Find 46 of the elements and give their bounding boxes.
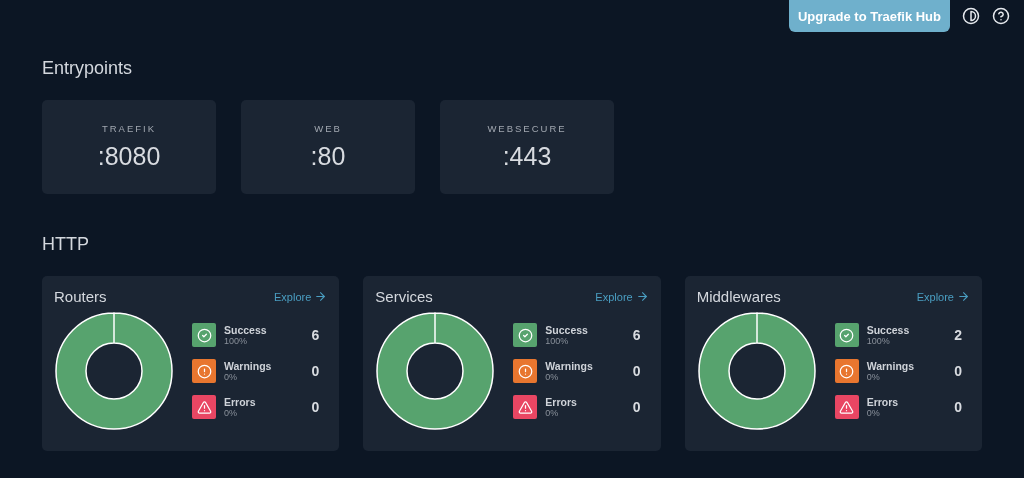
- section-title: HTTP: [42, 234, 90, 255]
- status-percent: 0%: [545, 407, 560, 418]
- status-percent: 0%: [224, 371, 237, 382]
- status-label: Errors: [866, 396, 900, 408]
- status-count: 0: [311, 363, 320, 379]
- status-count: 2: [954, 327, 962, 343]
- status-percent: 100%: [545, 335, 570, 346]
- arrow-right-icon: [314, 290, 328, 303]
- status-count: 6: [311, 327, 320, 343]
- status-label: Errors: [545, 396, 578, 408]
- status-percent: 100%: [224, 335, 249, 346]
- status-percent: 0%: [224, 407, 238, 418]
- entrypoint-name: WEBSECURE: [487, 123, 567, 134]
- arrow-right-icon: [957, 290, 970, 303]
- entrypoint-port: :443: [502, 142, 552, 171]
- explore-link[interactable]: Explore: [916, 290, 970, 303]
- card-title: Middlewares: [696, 288, 781, 305]
- entrypoint-name: TRAEFIK: [101, 123, 157, 134]
- explore-link[interactable]: Explore: [274, 290, 328, 303]
- status-count: 0: [954, 399, 962, 415]
- status-label: Success: [224, 324, 268, 336]
- status-count: 0: [311, 399, 320, 415]
- status-percent: 100%: [866, 335, 891, 346]
- status-count: 0: [632, 399, 641, 415]
- status-percent: 0%: [545, 371, 559, 382]
- status-label: Warnings: [866, 360, 916, 372]
- status-label: Success: [545, 324, 589, 336]
- entrypoint-name: WEB: [314, 123, 342, 134]
- explore-link[interactable]: Explore: [595, 290, 649, 303]
- status-percent: 0%: [866, 371, 880, 382]
- status-label: Warnings: [224, 360, 273, 372]
- theme-toggle-icon[interactable]: [962, 7, 980, 25]
- card-title: Services: [375, 288, 433, 305]
- status-count: 6: [632, 327, 641, 343]
- section-title: Entrypoints: [42, 58, 134, 79]
- status-count: 0: [954, 363, 962, 379]
- arrow-right-icon: [635, 290, 649, 303]
- status-label: Warnings: [545, 360, 594, 372]
- card-title: Routers: [54, 288, 107, 305]
- status-percent: 0%: [866, 407, 881, 418]
- status-label: Success: [866, 324, 911, 336]
- entrypoint-port: :80: [310, 142, 346, 171]
- entrypoint-port: :8080: [97, 142, 161, 171]
- status-count: 0: [632, 363, 641, 379]
- status-label: Errors: [224, 396, 257, 408]
- help-icon[interactable]: [992, 7, 1010, 25]
